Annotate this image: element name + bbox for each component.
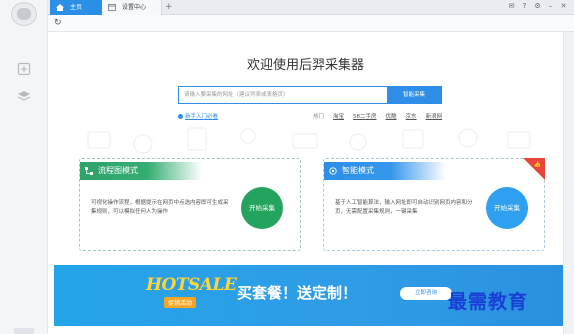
flowchart-mode-description: 可视化操作流程，根据提示在网页中点选内容即可生成采集规则，可以模拟任何人为操作 — [91, 200, 229, 215]
tab-home[interactable]: 主页 — [50, 0, 102, 15]
tab-settings-label: 设置中心 — [122, 4, 147, 11]
flowchart-start-button[interactable]: 开始采集 — [241, 187, 283, 229]
hotsale-logo: HOTSALE — [146, 275, 237, 295]
home-icon — [56, 4, 64, 11]
url-input[interactable] — [179, 87, 388, 103]
watermark-text: 最需教育 — [448, 291, 529, 313]
scrollbar[interactable] — [563, 32, 574, 334]
app-logo[interactable] — [11, 2, 37, 26]
flowchart-mode-title: 流程图模式 — [98, 166, 138, 175]
hot-link-jd[interactable]: 京东 — [406, 112, 417, 120]
flowchart-mode-card: 流程图模式 可视化操作流程，根据提示在网页中点选内容即可生成采集规则，可以模拟任… — [79, 158, 301, 251]
hot-link-58[interactable]: 58二手房 — [353, 112, 377, 120]
message-icon[interactable]: ✉ — [507, 2, 516, 11]
smart-start-button[interactable]: 开始采集 — [486, 187, 528, 229]
banner-headline: 买套餐！送定制！ — [237, 284, 358, 302]
hot-link-taobao[interactable]: 淘宝 — [333, 112, 344, 120]
flowchart-icon — [85, 167, 93, 175]
help-icon[interactable]: ? — [520, 2, 529, 11]
hot-label: 热门 — [313, 114, 325, 120]
add-tab-button[interactable]: + — [165, 0, 173, 14]
sidebar-bottom-button[interactable] — [14, 328, 34, 334]
search-bar: 智能采集 — [178, 86, 442, 104]
toolbar: ↻ — [48, 15, 574, 32]
tab-settings[interactable]: 设置中心 — [102, 0, 162, 15]
tab-bar: 主页 设置中心 + ✉ ? ⚙ – ✕ — [48, 0, 574, 15]
beginner-guide-label: 新手入门必看 — [185, 114, 219, 120]
smart-mode-title: 智能模式 — [342, 166, 374, 175]
left-sidebar — [0, 0, 48, 334]
smart-collect-button[interactable]: 智能采集 — [387, 87, 441, 103]
hot-link-sina[interactable]: 新浪网 — [426, 112, 443, 120]
window-controls: ✉ ? ⚙ – ✕ — [507, 2, 568, 11]
beginner-guide-link[interactable]: 新手入门必看 — [178, 112, 218, 120]
smart-icon — [329, 167, 337, 175]
tab-home-label: 主页 — [70, 4, 83, 11]
hot-link-youku[interactable]: 优酷 — [386, 112, 397, 120]
close-icon[interactable]: ✕ — [559, 2, 568, 11]
thumbs-up-icon: 👍 — [533, 161, 541, 168]
page-title: 欢迎使用后羿采集器 — [246, 58, 364, 73]
minimize-icon[interactable]: – — [546, 2, 555, 11]
flowchart-mode-header: 流程图模式 — [80, 162, 202, 180]
smart-mode-description: 基于人工智能算法，输入网址即可自动识别网页内容和分页，无需配置采集规则，一键采集 — [335, 200, 473, 215]
info-icon — [178, 114, 183, 119]
hotsale-tag: 促销活动 — [164, 297, 197, 308]
new-task-icon[interactable] — [17, 62, 31, 76]
consult-button[interactable]: 立即咨询 — [400, 287, 452, 300]
smart-mode-card: 智能模式 基于人工智能算法，输入网址即可自动识别网页内容和分页，无需配置采集规则… — [323, 158, 545, 251]
window-icon — [108, 4, 116, 11]
smart-mode-header: 智能模式 — [324, 162, 446, 180]
layers-icon[interactable] — [17, 89, 31, 103]
settings-icon[interactable]: ⚙ — [533, 2, 542, 11]
refresh-icon[interactable]: ↻ — [54, 17, 62, 29]
hot-links: 热门 淘宝 58二手房 优酷 京东 新浪网 — [313, 112, 442, 120]
